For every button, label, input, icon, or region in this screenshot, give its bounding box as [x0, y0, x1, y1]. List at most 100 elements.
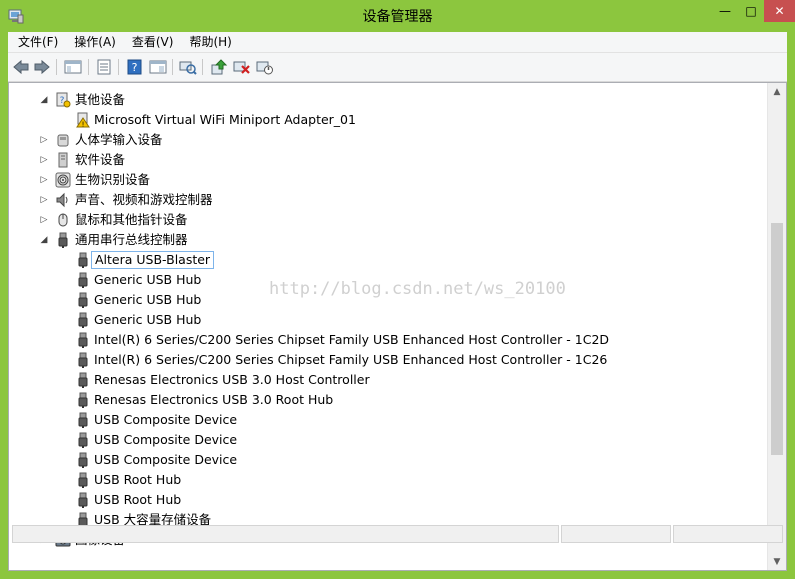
menu-help[interactable]: 帮助(H) — [183, 32, 237, 52]
toolbar-separator — [118, 59, 119, 75]
usb-icon — [75, 272, 91, 288]
back-arrow-icon[interactable] — [11, 57, 31, 77]
menu-action[interactable]: 操作(A) — [68, 32, 122, 52]
status-pane-tertiary — [673, 525, 783, 543]
toolbar-separator — [172, 59, 173, 75]
unknown-device-icon: ? — [55, 92, 71, 108]
usb-icon — [75, 312, 91, 328]
software-device-icon — [55, 152, 71, 168]
tree-device-item[interactable]: Intel(R) 6 Series/C200 Series Chipset Fa… — [9, 350, 761, 370]
toolbar-separator — [88, 59, 89, 75]
vertical-scrollbar[interactable]: ▲ ▼ — [767, 83, 786, 570]
usb-icon — [75, 452, 91, 468]
usb-icon — [75, 292, 91, 308]
forward-arrow-icon[interactable] — [32, 57, 52, 77]
scroll-up-button[interactable]: ▲ — [768, 83, 786, 100]
update-driver-icon[interactable] — [209, 57, 229, 77]
tree-category[interactable]: ◢ 通用串行总线控制器 — [9, 230, 761, 250]
tree-item-label: 通用串行总线控制器 — [75, 232, 188, 247]
usb-icon — [75, 372, 91, 388]
tree-item-label: Intel(R) 6 Series/C200 Series Chipset Fa… — [94, 332, 610, 347]
usb-icon — [75, 432, 91, 448]
tree-device-item[interactable]: Altera USB-Blaster — [9, 250, 761, 270]
tree-item-label: 软件设备 — [75, 152, 126, 167]
fingerprint-icon — [55, 172, 71, 188]
menu-view[interactable]: 查看(V) — [126, 32, 180, 52]
tree-item-label: USB Composite Device — [94, 432, 238, 447]
minimize-button[interactable]: — — [712, 0, 738, 22]
tree-device-item[interactable]: Intel(R) 6 Series/C200 Series Chipset Fa… — [9, 330, 761, 350]
tree-item-label: USB Composite Device — [94, 412, 238, 427]
tree-device-item[interactable]: Renesas Electronics USB 3.0 Host Control… — [9, 370, 761, 390]
menu-file[interactable]: 文件(F) — [12, 32, 64, 52]
properties-icon[interactable] — [94, 57, 114, 77]
tree-device-item[interactable]: USB Root Hub — [9, 490, 761, 510]
expand-arrow-icon[interactable]: ▷ — [39, 174, 49, 186]
svg-text:?: ? — [132, 61, 138, 74]
tree-item-label: USB Composite Device — [94, 452, 238, 467]
tree-device-item[interactable]: USB Composite Device — [9, 430, 761, 450]
tree-item-label: USB Root Hub — [94, 492, 182, 507]
tree-item-label: USB Root Hub — [94, 472, 182, 487]
tree-device-item[interactable]: Renesas Electronics USB 3.0 Root Hub — [9, 390, 761, 410]
toolbar-separator — [56, 59, 57, 75]
scroll-down-button[interactable]: ▼ — [768, 553, 786, 570]
usb-icon — [75, 252, 91, 268]
usb-icon — [75, 392, 91, 408]
title-bar[interactable]: 设备管理器 — □ ✕ — [0, 0, 795, 32]
usb-icon — [55, 232, 71, 248]
tree-item-label: 人体学输入设备 — [75, 132, 163, 147]
speaker-icon — [55, 192, 71, 208]
usb-icon — [75, 412, 91, 428]
tree-category[interactable]: ▷ 声音、视频和游戏控制器 — [9, 190, 761, 210]
usb-icon — [75, 492, 91, 508]
toolbar: ? — [8, 53, 787, 82]
tree-item-label: 声音、视频和游戏控制器 — [75, 192, 213, 207]
collapse-arrow-icon[interactable]: ◢ — [39, 234, 49, 246]
close-button[interactable]: ✕ — [764, 0, 795, 22]
tree-device-item[interactable]: USB Root Hub — [9, 470, 761, 490]
scroll-thumb[interactable] — [771, 223, 783, 455]
tree-category[interactable]: ▷ 生物识别设备 — [9, 170, 761, 190]
tree-device-item[interactable]: USB Composite Device — [9, 410, 761, 430]
tree-device-item[interactable]: USB Composite Device — [9, 450, 761, 470]
tree-item-label: Generic USB Hub — [94, 312, 202, 327]
tree-item-label: 其他设备 — [75, 92, 126, 107]
warning-device-icon: ! — [75, 112, 91, 129]
tree-item-label: Renesas Electronics USB 3.0 Host Control… — [94, 372, 370, 387]
expand-arrow-icon[interactable]: ▷ — [39, 134, 49, 146]
window-title: 设备管理器 — [362, 9, 433, 25]
tree-item-label: Altera USB-Blaster — [91, 251, 215, 269]
tree-device-item[interactable]: Generic USB Hub — [9, 270, 761, 290]
expand-arrow-icon[interactable]: ▷ — [39, 194, 49, 206]
tree-category[interactable]: ▷ 人体学输入设备 — [9, 130, 761, 150]
expand-arrow-icon[interactable]: ▷ — [39, 214, 49, 226]
device-manager-window: 设备管理器 — □ ✕ 文件(F) 操作(A) 查看(V) 帮助(H) ? ht… — [0, 0, 795, 579]
tree-device-item[interactable]: ! Microsoft Virtual WiFi Miniport Adapter… — [9, 110, 761, 130]
client-area: 文件(F) 操作(A) 查看(V) 帮助(H) ? http://blog.cs… — [8, 32, 787, 571]
tree-item-label: Microsoft Virtual WiFi Miniport Adapter_… — [94, 112, 356, 127]
expand-arrow-icon[interactable]: ▷ — [39, 154, 49, 166]
console-tree-icon[interactable] — [63, 57, 83, 77]
disable-device-icon[interactable] — [255, 57, 275, 77]
tree-device-item[interactable]: Generic USB Hub — [9, 310, 761, 330]
help-icon[interactable]: ? — [125, 57, 145, 77]
uninstall-icon[interactable] — [232, 57, 252, 77]
tree-category[interactable]: ▷ 鼠标和其他指针设备 — [9, 210, 761, 230]
collapse-arrow-icon[interactable]: ◢ — [39, 94, 49, 106]
status-pane-secondary — [561, 525, 671, 543]
tree-item-label: Generic USB Hub — [94, 272, 202, 287]
tree-item-label: 鼠标和其他指针设备 — [75, 212, 188, 227]
show-view-icon[interactable] — [148, 57, 168, 77]
usb-icon — [75, 472, 91, 488]
tree-category[interactable]: ▷ 软件设备 — [9, 150, 761, 170]
scan-hardware-icon[interactable] — [178, 57, 198, 77]
device-tree[interactable]: http://blog.csdn.net/ws_20100 ▲ ▼ ◢? 其他设备… — [8, 82, 787, 571]
maximize-button[interactable]: □ — [738, 0, 764, 22]
tree-item-label: Generic USB Hub — [94, 292, 202, 307]
status-pane-main — [12, 525, 559, 543]
tree-category[interactable]: ◢? 其他设备 — [9, 90, 761, 110]
tree-device-item[interactable]: Generic USB Hub — [9, 290, 761, 310]
menu-bar: 文件(F) 操作(A) 查看(V) 帮助(H) — [8, 32, 787, 53]
usb-icon — [75, 332, 91, 348]
